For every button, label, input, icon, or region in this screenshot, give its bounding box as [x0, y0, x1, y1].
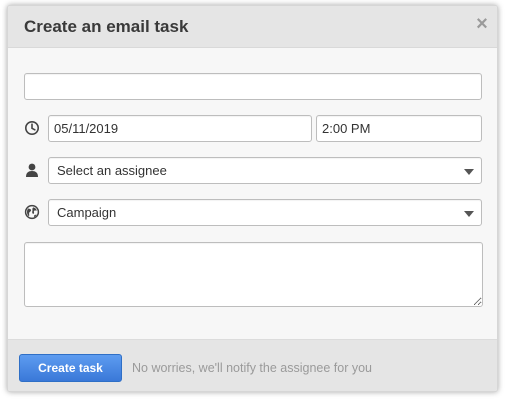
notes-textarea[interactable]	[24, 242, 483, 307]
dialog-title: Create an email task	[24, 17, 189, 36]
chevron-down-icon	[464, 169, 474, 175]
due-time-input[interactable]: 2:00 PM	[316, 115, 482, 142]
assignee-select[interactable]: Select an assignee	[48, 157, 482, 184]
notify-hint-text: No worries, we'll notify the assignee fo…	[132, 361, 372, 375]
dialog-header: Create an email task ×	[8, 6, 497, 48]
create-email-task-dialog: Create an email task × 05/11/2019 2:00 P…	[7, 5, 498, 392]
create-task-button[interactable]: Create task	[19, 354, 122, 382]
clock-icon	[25, 121, 39, 135]
due-date-input[interactable]: 05/11/2019	[48, 115, 312, 142]
related-to-select-value: Campaign	[57, 205, 117, 220]
assignee-select-value: Select an assignee	[57, 163, 167, 178]
dialog-footer: Create task No worries, we'll notify the…	[8, 339, 497, 391]
subject-input[interactable]	[24, 73, 482, 100]
close-icon[interactable]: ×	[473, 14, 491, 34]
related-to-select[interactable]: Campaign	[48, 199, 482, 226]
person-icon	[26, 163, 38, 177]
globe-icon	[24, 204, 40, 220]
chevron-down-icon	[464, 211, 474, 217]
